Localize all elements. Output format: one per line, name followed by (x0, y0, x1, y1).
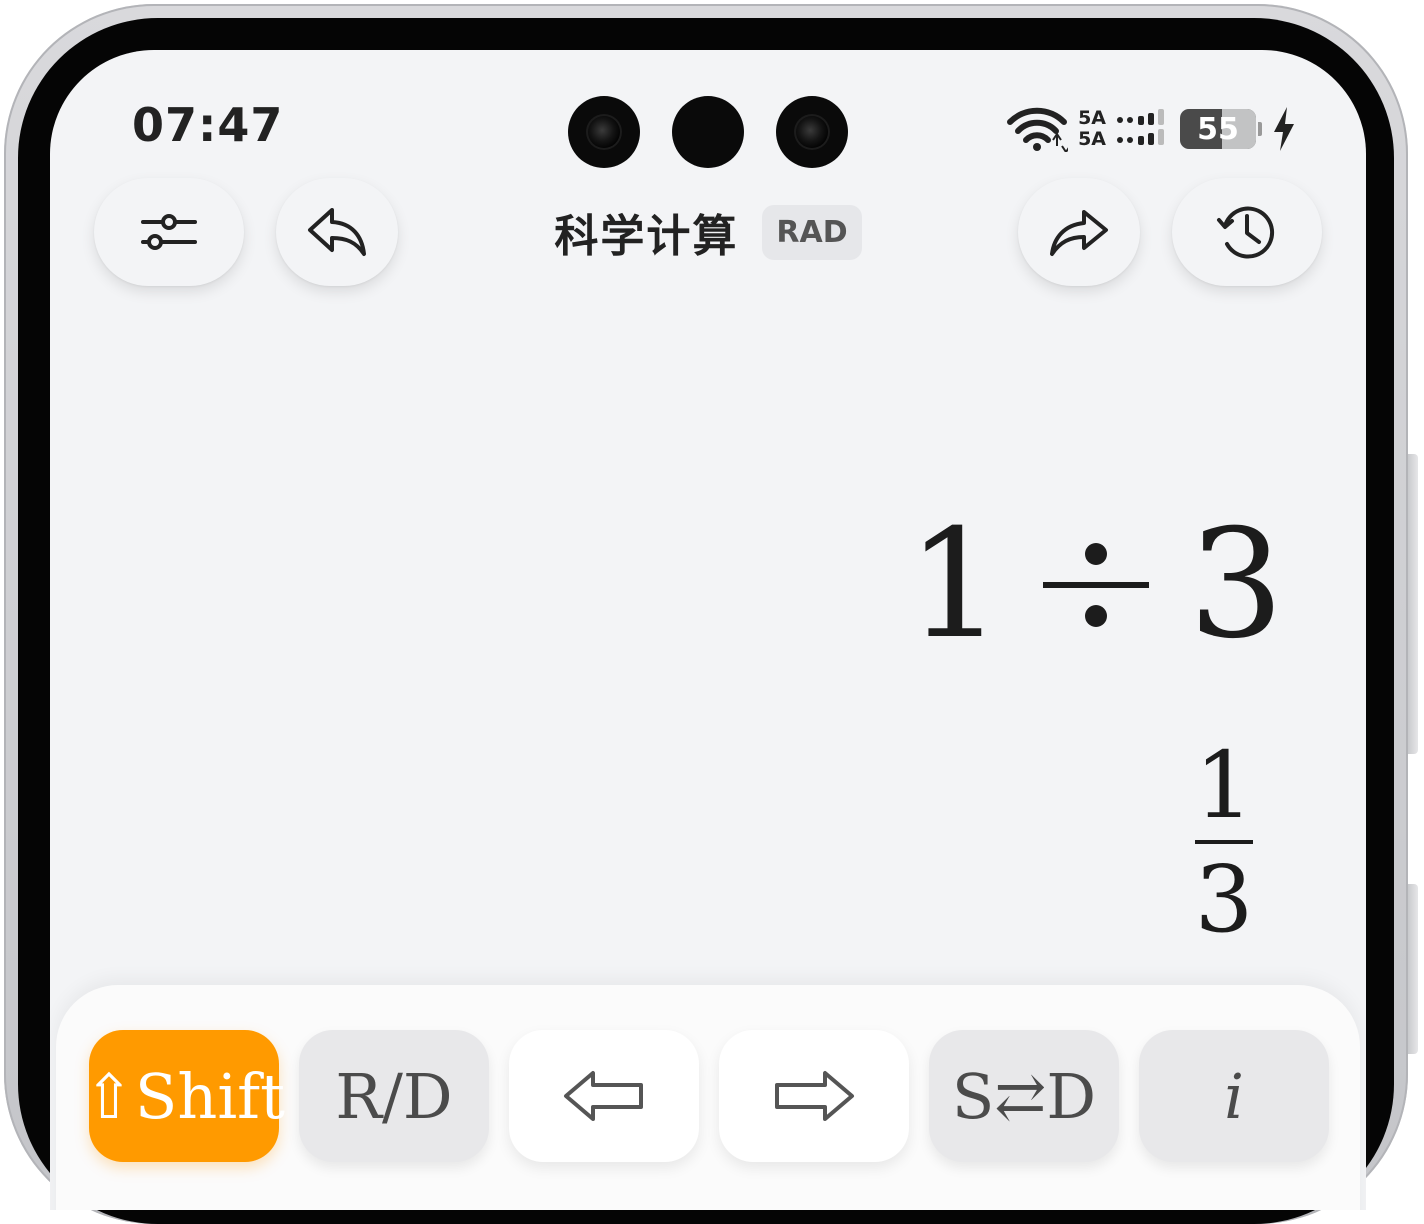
battery-indicator: 55 (1180, 109, 1256, 149)
front-camera-left (568, 96, 640, 168)
front-camera-right (776, 96, 848, 168)
expression-display[interactable]: 1 3 (907, 505, 1284, 665)
result-denominator: 3 (1194, 846, 1254, 953)
redo-icon (1050, 210, 1108, 256)
fraction-bar (1195, 840, 1253, 844)
imaginary-key-label: i (1224, 1059, 1244, 1133)
shift-key[interactable]: ⇧Shift (83, 1030, 285, 1162)
shift-key-label: ⇧Shift (82, 1059, 286, 1133)
arrow-left-icon (564, 1071, 643, 1121)
page-title: 科学计算 (554, 211, 739, 262)
keypad-panel: ⇧Shift R/D S⇄D i (56, 985, 1360, 1210)
volume-button (1408, 454, 1418, 754)
rad-deg-key[interactable]: R/D (299, 1030, 489, 1162)
signal-icon (1117, 109, 1164, 145)
cursor-right-key[interactable] (719, 1030, 909, 1162)
s-d-toggle-key[interactable]: S⇄D (929, 1030, 1119, 1162)
front-camera-center (672, 96, 744, 168)
expression-left-operand: 1 (907, 498, 1003, 672)
battery-tip (1258, 122, 1262, 136)
battery-level: 55 (1197, 111, 1239, 147)
lightning-icon (1274, 107, 1294, 151)
cursor-left-key[interactable] (509, 1030, 699, 1162)
arrow-right-icon (775, 1071, 854, 1121)
angle-mode-badge[interactable]: RAD (762, 204, 862, 260)
imaginary-key[interactable]: i (1139, 1030, 1329, 1162)
redo-button[interactable] (1018, 178, 1140, 286)
power-button (1408, 884, 1418, 1054)
result-fraction: 1 3 (1194, 740, 1254, 946)
wifi-icon (1007, 107, 1069, 152)
divide-operator (1042, 525, 1149, 645)
history-clock-icon (1217, 206, 1275, 259)
expression-right-operand: 3 (1188, 498, 1284, 672)
s-d-toggle-key-label: S⇄D (951, 1059, 1097, 1133)
history-button[interactable] (1172, 178, 1322, 286)
network-type-top: 5A (1078, 107, 1106, 129)
network-type-bottom: 5A (1078, 128, 1106, 150)
status-indicators: 5A 5A 55 (1006, 104, 1296, 154)
status-time: 07:47 (132, 98, 284, 152)
app-screen: 07:47 5A 5A 55 科学计算 RAD 1 3 1 3 ⇧Shift R… (50, 50, 1366, 1210)
result-numerator: 1 (1194, 732, 1254, 839)
title-bar: 科学计算 RAD (50, 200, 1366, 264)
rad-deg-key-label: R/D (335, 1059, 453, 1133)
network-type-labels: 5A 5A (1078, 108, 1106, 150)
